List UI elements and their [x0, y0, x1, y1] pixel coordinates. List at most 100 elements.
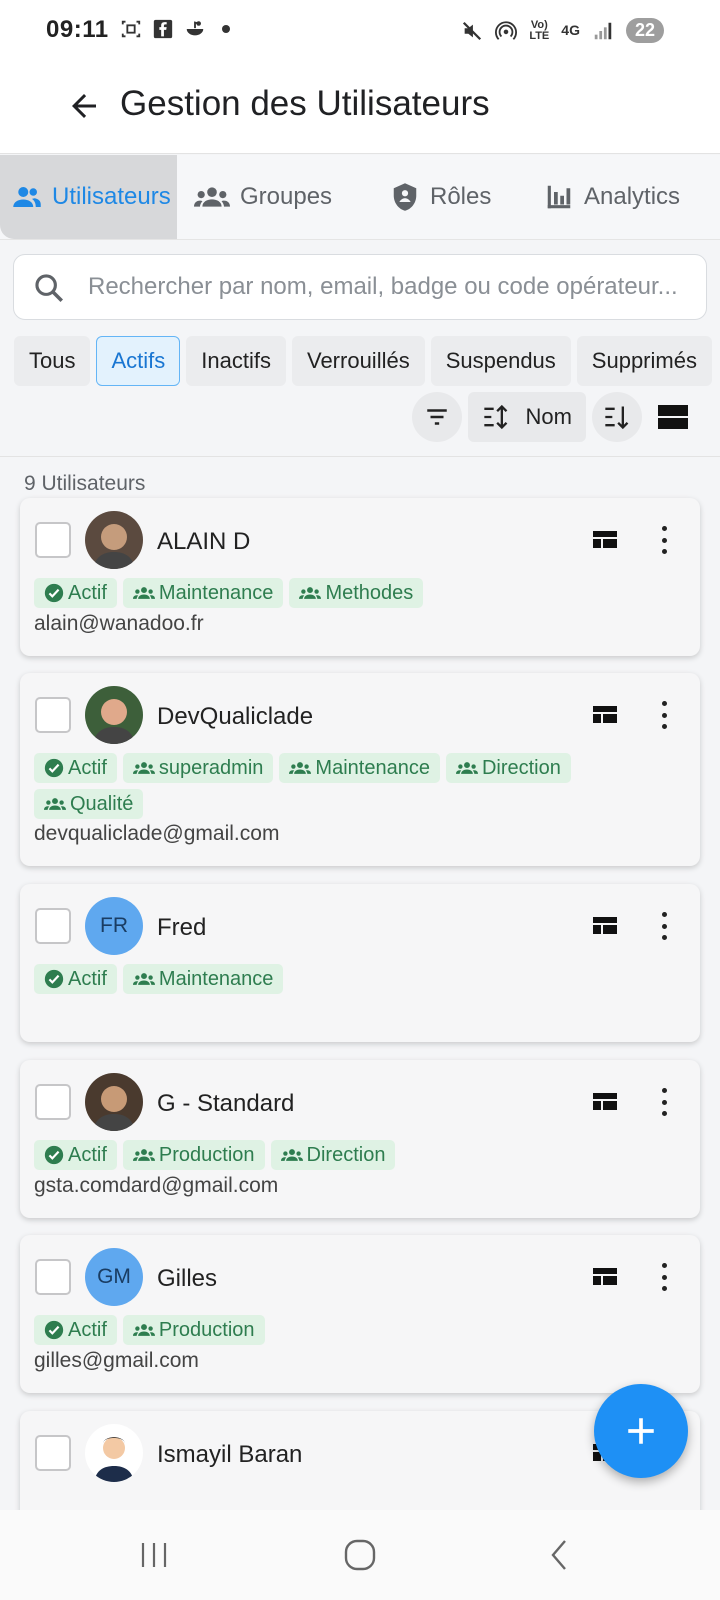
app-bar: Gestion des Utilisateurs	[0, 64, 720, 154]
sort-direction-button[interactable]	[592, 392, 642, 442]
more-options-button[interactable]	[654, 522, 674, 558]
check-circle-icon	[44, 583, 64, 603]
badge-label: Production	[158, 1318, 255, 1341]
group-icon	[44, 798, 66, 810]
tag-row: Actif superadmin Maintenance Direction Quali…	[34, 753, 674, 819]
menu-dot	[661, 1111, 667, 1116]
user-card[interactable]: ALAIN D Actif Maintenance Methodes alain@wan…	[20, 498, 700, 656]
status-bar: 09:11 Vo) LTE 4G 22	[0, 0, 720, 64]
status-filter-chips: Tous Actifs Inactifs Verrouillés Suspend…	[14, 336, 720, 386]
search-box	[13, 254, 707, 320]
more-options-button[interactable]	[654, 1084, 674, 1120]
select-checkbox[interactable]	[35, 1259, 71, 1295]
sort-icon	[483, 404, 507, 430]
select-checkbox[interactable]	[35, 697, 71, 733]
badge-label: Actif	[68, 581, 107, 604]
users-icon	[13, 187, 41, 207]
user-name: G - Standard	[157, 1090, 295, 1117]
avatar	[85, 686, 143, 744]
tag-row: Actif Maintenance	[34, 964, 674, 994]
tab-roles[interactable]: Rôles	[390, 155, 491, 239]
add-user-button[interactable]	[594, 1384, 688, 1478]
sort-field-button[interactable]: Nom	[467, 392, 586, 442]
signal-icon	[594, 22, 612, 39]
shield-icon	[393, 183, 417, 211]
list-toolbar: Nom	[411, 392, 698, 442]
menu-dot	[661, 537, 667, 543]
filter-chip-suspended[interactable]: Suspendus	[430, 336, 571, 386]
search-input[interactable]	[88, 255, 688, 319]
user-card[interactable]: DevQualiclade Actif superadmin Maintenance D…	[20, 673, 700, 866]
check-circle-icon	[44, 1320, 64, 1340]
user-card[interactable]: FR Fred Actif Maintenance	[20, 884, 700, 1042]
view-mode-button[interactable]	[648, 392, 698, 442]
avatar-photo	[85, 686, 143, 744]
tab-roles-label: Rôles	[430, 183, 492, 210]
filter-chip-locked[interactable]: Verrouillés	[291, 336, 425, 386]
sort-field-label: Nom	[525, 404, 572, 429]
status-badge: Actif	[34, 578, 117, 608]
tab-users[interactable]: Utilisateurs	[0, 155, 177, 239]
arrow-back-icon	[72, 94, 96, 118]
menu-dot	[661, 549, 667, 554]
home-button[interactable]	[330, 1530, 390, 1580]
back-nav-button[interactable]	[530, 1530, 590, 1580]
group-badge: Production	[122, 1140, 265, 1170]
more-options-button[interactable]	[654, 697, 674, 733]
check-circle-icon	[44, 758, 64, 778]
tab-groups-label: Groupes	[240, 183, 333, 210]
user-card[interactable]: G - Standard Actif Production Direction gsta…	[20, 1060, 700, 1218]
check-circle-icon	[44, 969, 64, 989]
more-options-button[interactable]	[654, 1259, 674, 1295]
more-options-button[interactable]	[654, 908, 674, 944]
select-checkbox[interactable]	[35, 1084, 71, 1120]
badge-label: Direction	[306, 1143, 386, 1166]
recent-apps-button[interactable]	[124, 1530, 184, 1580]
avatar	[85, 1073, 143, 1131]
page-title: Gestion des Utilisateurs	[120, 84, 490, 123]
menu-dot	[661, 935, 667, 940]
view-quilt-icon[interactable]	[590, 1091, 620, 1113]
filter-chip-inactive[interactable]: Inactifs	[186, 336, 286, 386]
check-circle-icon	[44, 1145, 64, 1165]
view-quilt-icon[interactable]	[590, 1266, 620, 1288]
tab-analytics-label: Analytics	[584, 183, 681, 210]
badge-label: superadmin	[158, 756, 264, 779]
filter-button[interactable]	[411, 392, 462, 442]
network-type: 4G	[561, 22, 580, 38]
user-name: DevQualiclade	[157, 703, 314, 730]
user-card[interactable]: GM Gilles Actif Production gilles@gmail.com	[20, 1235, 700, 1393]
nav-back-icon	[551, 1540, 566, 1570]
app-icon	[186, 21, 204, 36]
avatar	[85, 511, 143, 569]
home-icon	[344, 1539, 376, 1571]
tab-analytics[interactable]: Analytics	[544, 155, 680, 239]
menu-dot	[661, 923, 667, 929]
status-badge: Actif	[34, 964, 117, 994]
badge-label: Methodes	[325, 581, 414, 604]
back-button[interactable]	[62, 84, 106, 128]
badge-label: Actif	[68, 967, 107, 990]
user-name: Gilles	[157, 1265, 218, 1292]
view-quilt-icon[interactable]	[590, 529, 620, 551]
group-badge: Production	[122, 1315, 265, 1345]
filter-chip-deleted[interactable]: Supprimés	[576, 336, 712, 386]
tab-groups[interactable]: Groupes	[194, 155, 332, 239]
select-checkbox[interactable]	[35, 908, 71, 944]
view-quilt-icon[interactable]	[590, 915, 620, 937]
group-badge: Direction	[445, 753, 571, 783]
select-checkbox[interactable]	[35, 1435, 71, 1471]
filter-chip-active[interactable]: Actifs	[96, 336, 181, 386]
filter-chip-all[interactable]: Tous	[14, 336, 91, 386]
menu-dot	[661, 1274, 667, 1280]
user-name: Ismayil Baran	[157, 1441, 303, 1468]
user-name: Fred	[157, 914, 207, 941]
select-checkbox[interactable]	[35, 522, 71, 558]
view-quilt-icon[interactable]	[590, 704, 620, 726]
menu-dot	[661, 1263, 667, 1268]
group-icon	[132, 762, 155, 774]
group-icon	[299, 587, 322, 599]
tag-row: Actif Production	[34, 1315, 674, 1345]
avatar-photo	[85, 511, 143, 569]
sort-descending-icon	[605, 406, 629, 430]
